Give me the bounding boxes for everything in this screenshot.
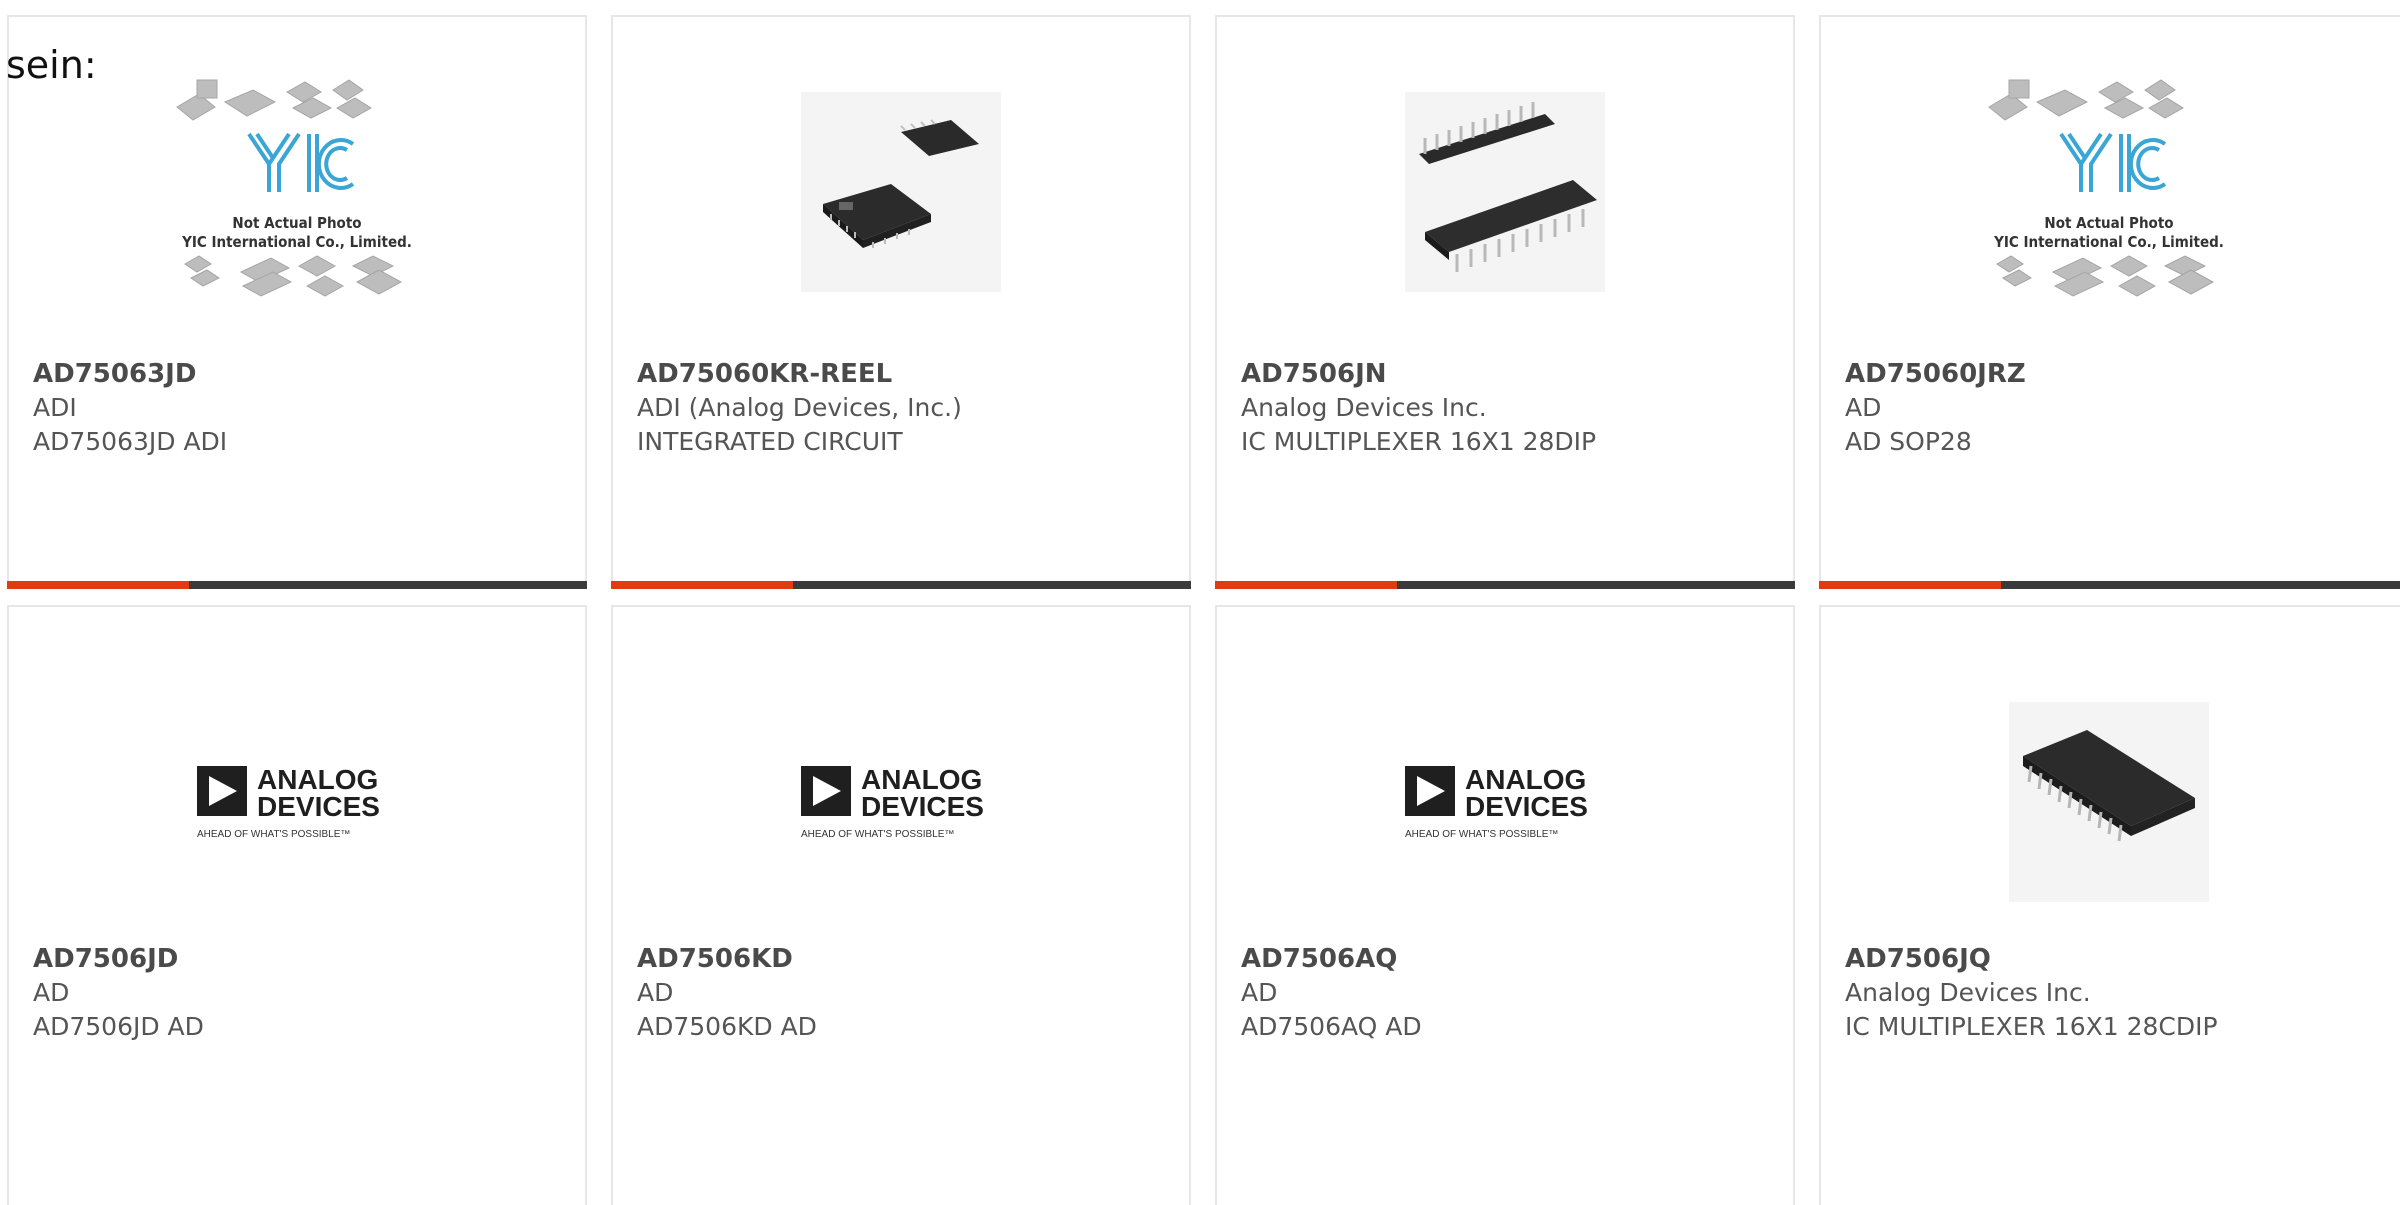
product-card[interactable]: ANALOG DEVICES AHEAD OF WHAT'S POSSIBLE™… bbox=[1215, 605, 1795, 1205]
product-image[interactable]: ANALOG DEVICES AHEAD OF WHAT'S POSSIBLE™ bbox=[1217, 687, 1793, 917]
manufacturer: ADI bbox=[33, 393, 77, 422]
logo-tagline: AHEAD OF WHAT'S POSSIBLE™ bbox=[1405, 829, 1558, 840]
manufacturer: Analog Devices Inc. bbox=[1845, 978, 2091, 1007]
placeholder-caption-2: YIC International Co., Limited. bbox=[182, 233, 412, 251]
product-image[interactable]: Not Actual Photo YIC International Co., … bbox=[1821, 77, 2397, 307]
placeholder-caption-1: Not Actual Photo bbox=[232, 214, 362, 232]
cdip-chip-photo bbox=[2009, 702, 2209, 902]
logo-tagline: AHEAD OF WHAT'S POSSIBLE™ bbox=[197, 829, 350, 840]
product-card[interactable]: AD75060KR-REEL ADI (Analog Devices, Inc.… bbox=[611, 15, 1191, 589]
part-number-link[interactable]: AD75063JD bbox=[33, 357, 565, 391]
manufacturer: AD bbox=[1845, 393, 1882, 422]
dip-chip-photo bbox=[1405, 92, 1605, 292]
product-card[interactable]: ANALOG DEVICES AHEAD OF WHAT'S POSSIBLE™… bbox=[7, 605, 587, 1205]
manufacturer: AD bbox=[637, 978, 674, 1007]
product-image[interactable]: ANALOG DEVICES AHEAD OF WHAT'S POSSIBLE™ bbox=[613, 687, 1189, 917]
description: AD SOP28 bbox=[1845, 427, 1972, 456]
manufacturer: AD bbox=[33, 978, 70, 1007]
part-number-link[interactable]: AD7506JN bbox=[1241, 357, 1773, 391]
part-number-link[interactable]: AD75060KR-REEL bbox=[637, 357, 1169, 391]
part-number-link[interactable]: AD7506AQ bbox=[1241, 942, 1773, 976]
description: AD7506KD AD bbox=[637, 1012, 817, 1041]
card-footer-bar bbox=[7, 581, 587, 589]
product-card[interactable]: AD7506JN Analog Devices Inc. IC MULTIPLE… bbox=[1215, 15, 1795, 589]
manufacturer: Analog Devices Inc. bbox=[1241, 393, 1487, 422]
product-image[interactable]: ANALOG DEVICES AHEAD OF WHAT'S POSSIBLE™ bbox=[9, 687, 585, 917]
description: IC MULTIPLEXER 16X1 28DIP bbox=[1241, 427, 1597, 456]
product-image[interactable] bbox=[1217, 77, 1793, 307]
description: IC MULTIPLEXER 16X1 28CDIP bbox=[1845, 1012, 2218, 1041]
product-image[interactable] bbox=[1821, 687, 2397, 917]
analog-devices-logo-image: ANALOG DEVICES AHEAD OF WHAT'S POSSIBLE™ bbox=[197, 762, 397, 842]
product-card[interactable]: Not Actual Photo YIC International Co., … bbox=[7, 15, 587, 589]
product-card[interactable]: ANALOG DEVICES AHEAD OF WHAT'S POSSIBLE™… bbox=[611, 605, 1191, 1205]
not-actual-photo-image: Not Actual Photo YIC International Co., … bbox=[1969, 72, 2249, 312]
part-number-link[interactable]: AD7506JD bbox=[33, 942, 565, 976]
analog-devices-logo-image: ANALOG DEVICES AHEAD OF WHAT'S POSSIBLE™ bbox=[1405, 762, 1605, 842]
plcc-chip-photo bbox=[801, 92, 1001, 292]
logo-line2: DEVICES bbox=[257, 791, 380, 822]
card-footer-bar bbox=[611, 581, 1191, 589]
product-image[interactable]: Not Actual Photo YIC International Co., … bbox=[9, 77, 585, 307]
card-footer-bar bbox=[1819, 581, 2400, 589]
part-number-link[interactable]: AD7506JQ bbox=[1845, 942, 2385, 976]
placeholder-caption-2: YIC International Co., Limited. bbox=[1994, 233, 2224, 251]
logo-tagline: AHEAD OF WHAT'S POSSIBLE™ bbox=[801, 829, 954, 840]
analog-devices-logo-image: ANALOG DEVICES AHEAD OF WHAT'S POSSIBLE™ bbox=[801, 762, 1001, 842]
product-grid: Not Actual Photo YIC International Co., … bbox=[7, 15, 2400, 1205]
description: AD7506JD AD bbox=[33, 1012, 204, 1041]
description: AD7506AQ AD bbox=[1241, 1012, 1422, 1041]
logo-line2: DEVICES bbox=[1465, 791, 1588, 822]
description: INTEGRATED CIRCUIT bbox=[637, 427, 903, 456]
manufacturer: AD bbox=[1241, 978, 1278, 1007]
product-image[interactable] bbox=[613, 77, 1189, 307]
description: AD75063JD ADI bbox=[33, 427, 228, 456]
not-actual-photo-image: Not Actual Photo YIC International Co., … bbox=[157, 72, 437, 312]
part-number-link[interactable]: AD75060JRZ bbox=[1845, 357, 2385, 391]
placeholder-caption-1: Not Actual Photo bbox=[2044, 214, 2174, 232]
part-number-link[interactable]: AD7506KD bbox=[637, 942, 1169, 976]
logo-line2: DEVICES bbox=[861, 791, 984, 822]
overlay-label: sein: bbox=[6, 43, 97, 87]
card-footer-bar bbox=[1215, 581, 1795, 589]
product-card[interactable]: AD7506JQ Analog Devices Inc. IC MULTIPLE… bbox=[1819, 605, 2400, 1205]
product-card[interactable]: Not Actual Photo YIC International Co., … bbox=[1819, 15, 2400, 589]
manufacturer: ADI (Analog Devices, Inc.) bbox=[637, 393, 962, 422]
